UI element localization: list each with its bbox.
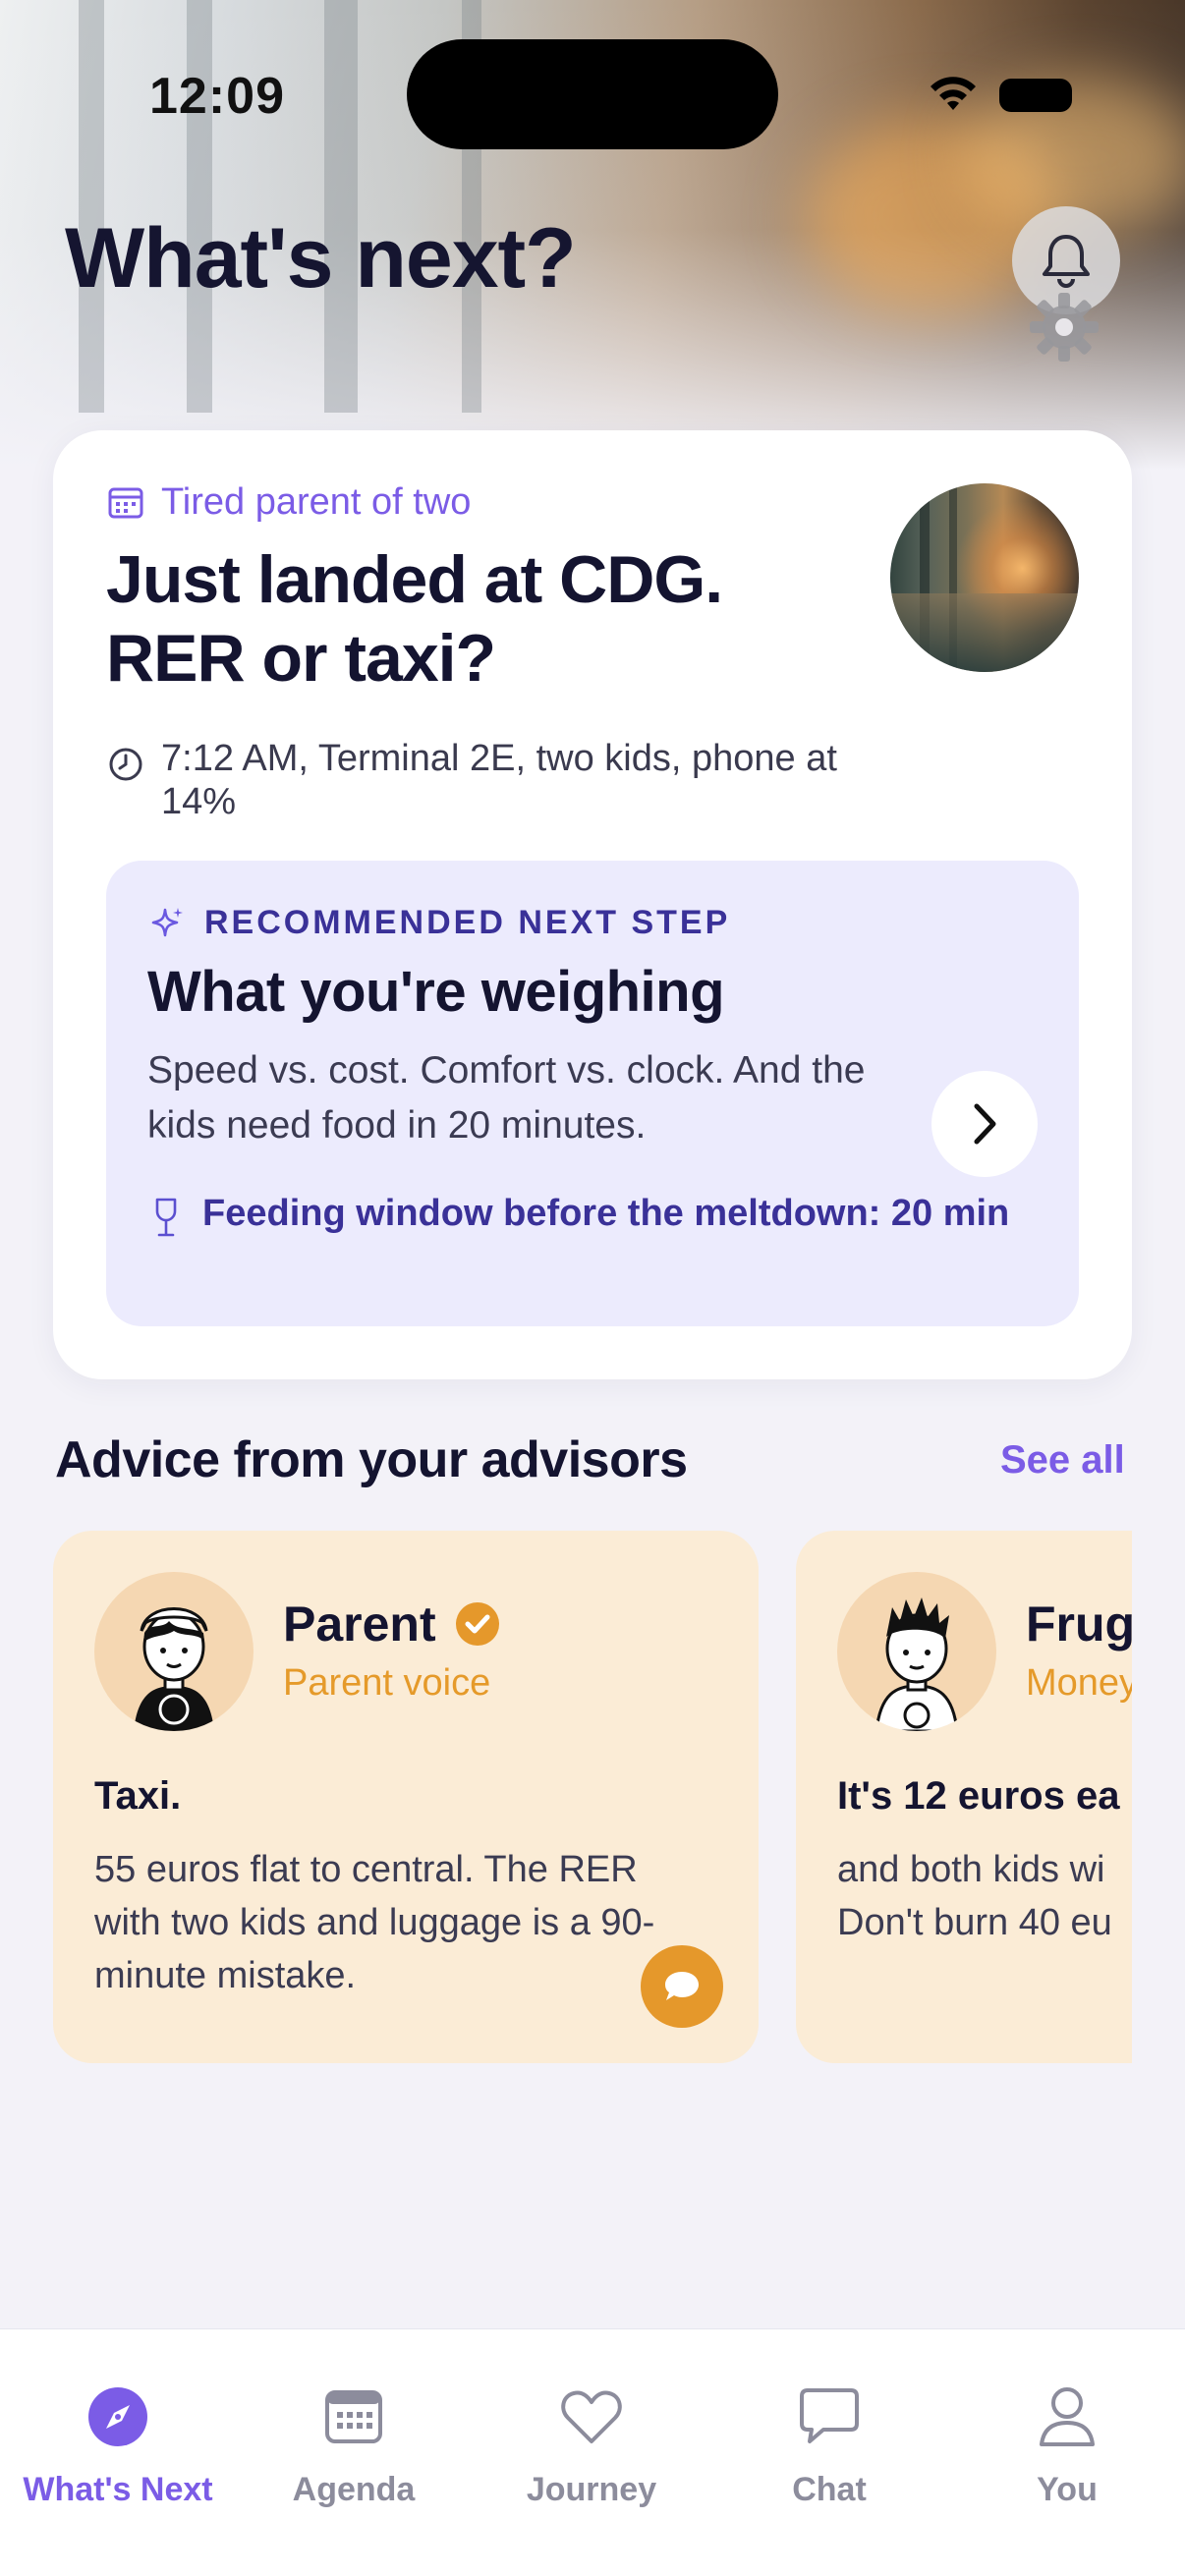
scenario-headline: Just landed at CDG. RER or taxi?	[106, 542, 723, 696]
scenario-card[interactable]: Tired parent of two Just landed at CDG. …	[53, 430, 1132, 1379]
recommended-label-text: RECOMMENDED NEXT STEP	[204, 904, 731, 941]
verified-check-icon	[455, 1602, 499, 1646]
advisor-avatar	[94, 1572, 254, 1731]
advisor-body: and both kids wi Don't burn 40 eu	[837, 1849, 1112, 1943]
advisor-chat-button[interactable]	[641, 1945, 723, 2028]
calendar-icon	[108, 487, 143, 518]
chat-bubble-icon	[665, 1972, 699, 2000]
tab-journey[interactable]: Journey	[483, 2380, 700, 2509]
recommended-body: Speed vs. cost. Comfort vs. clock. And t…	[147, 1049, 866, 1147]
recommended-footnote: Feeding window before the meltdown: 20 m…	[151, 1191, 1016, 1240]
tab-whats-next[interactable]: What's Next	[10, 2380, 226, 2509]
dynamic-island	[407, 39, 778, 149]
next-step-button[interactable]	[931, 1071, 1038, 1177]
battery-icon	[999, 79, 1072, 112]
recommended-label: RECOMMENDED NEXT STEP	[151, 904, 730, 942]
tab-agenda[interactable]: Agenda	[246, 2380, 462, 2509]
scenario-meta-text: 7:12 AM, Terminal 2E, two kids, phone at…	[161, 738, 837, 822]
tab-label: Agenda	[292, 2471, 416, 2508]
advisor-role: Money	[1026, 1662, 1132, 1704]
advisor-quote: Taxi.	[94, 1774, 182, 1818]
wifi-icon	[931, 77, 976, 110]
advisors-section-title: Advice from your advisors	[55, 1431, 688, 1488]
tab-label: Chat	[792, 2471, 867, 2508]
scenario-meta: 7:12 AM, Terminal 2E, two kids, phone at…	[108, 737, 914, 823]
gear-icon[interactable]	[1022, 285, 1106, 369]
advisor-card[interactable]: Frug Money It's 12 euros ea and both kid…	[796, 1531, 1132, 2063]
advisor-quote: It's 12 euros ea	[837, 1774, 1120, 1818]
advisor-body: 55 euros flat to central. The RER with t…	[94, 1849, 655, 1996]
advisor-name: Frug	[1026, 1596, 1132, 1652]
tab-chat[interactable]: Chat	[721, 2380, 937, 2509]
recommended-footnote-text: Feeding window before the meltdown: 20 m…	[202, 1193, 1010, 1234]
advisors-carousel[interactable]: Parent Parent voice Taxi. 55 euros flat …	[53, 1531, 1132, 2063]
recommended-title: What you're weighing	[147, 960, 725, 1024]
bell-icon	[1043, 235, 1090, 288]
parent-illustration	[134, 1607, 214, 1731]
recommended-step[interactable]: RECOMMENDED NEXT STEP What you're weighi…	[106, 861, 1079, 1326]
persona-label: Tired parent of two	[161, 481, 472, 523]
advisor-name: Parent	[283, 1596, 501, 1652]
sparkle-icon	[151, 907, 183, 936]
scenario-photo	[890, 483, 1079, 672]
tab-label: You	[1037, 2471, 1098, 2508]
see-all-link[interactable]: See all	[1000, 1438, 1125, 1483]
chat-bubble-icon	[800, 2388, 859, 2443]
page-title: What's next?	[65, 211, 577, 306]
status-time: 12:09	[149, 68, 285, 125]
tab-bar: What's Next Agenda Journey Chat You	[0, 2328, 1185, 2576]
tab-label: What's Next	[23, 2471, 213, 2508]
tab-you[interactable]: You	[959, 2380, 1175, 2509]
tab-label: Journey	[526, 2471, 657, 2508]
compass-icon	[88, 2387, 147, 2446]
advisor-card[interactable]: Parent Parent voice Taxi. 55 euros flat …	[53, 1531, 759, 2063]
calendar-icon	[325, 2390, 382, 2443]
person-icon	[1040, 2387, 1095, 2446]
clock-icon	[109, 748, 142, 781]
advisor-name-text: Frug	[1026, 1596, 1132, 1652]
advisor-avatar	[837, 1572, 996, 1731]
wine-glass-icon	[155, 1198, 177, 1237]
chevron-right-icon	[974, 1103, 996, 1145]
heart-icon	[561, 2390, 622, 2443]
frugal-illustration	[875, 1597, 959, 1731]
advisor-name-text: Parent	[283, 1596, 436, 1652]
persona-tag: Tired parent of two	[108, 481, 471, 524]
status-bar: 12:09	[0, 0, 1185, 149]
advisor-role: Parent voice	[283, 1662, 491, 1704]
